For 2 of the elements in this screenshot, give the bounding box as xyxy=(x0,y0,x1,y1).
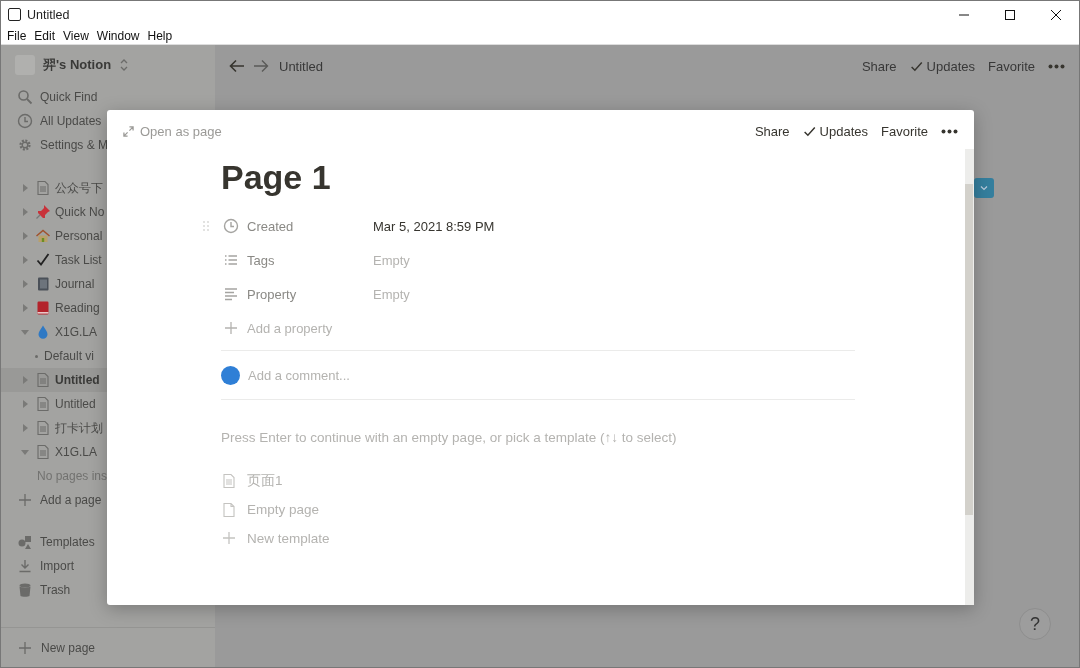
window-title: Untitled xyxy=(27,7,70,22)
template-hint: Press Enter to continue with an empty page, or pick a template (↑↓ to select) xyxy=(221,430,678,445)
